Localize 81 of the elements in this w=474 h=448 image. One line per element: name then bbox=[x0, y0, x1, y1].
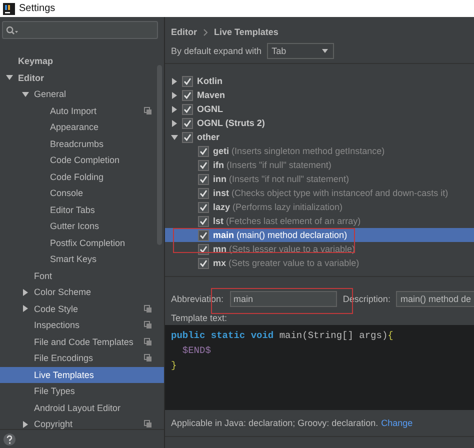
code-line: $END$ bbox=[181, 344, 212, 358]
sidebar-item[interactable]: Code Style bbox=[0, 300, 164, 317]
checkbox[interactable] bbox=[198, 230, 209, 240]
collapsed-arrow-icon[interactable] bbox=[22, 420, 29, 428]
expand-label: By default expand with bbox=[171, 46, 262, 56]
expanded-arrow-icon[interactable] bbox=[22, 90, 29, 98]
collapsed-arrow-icon[interactable] bbox=[171, 106, 178, 112]
checkbox[interactable] bbox=[182, 132, 193, 142]
sidebar-item[interactable]: General bbox=[0, 86, 164, 102]
help-icon[interactable] bbox=[3, 432, 16, 446]
template-item[interactable]: lazy (Performs lazy initialization) bbox=[165, 200, 474, 214]
window-title: Settings bbox=[19, 3, 56, 14]
sidebar-item[interactable]: Appearance bbox=[0, 119, 164, 136]
breadcrumb-item: Editor bbox=[171, 27, 197, 37]
sidebar-item[interactable]: Android Layout Editor bbox=[0, 400, 164, 416]
search-field[interactable] bbox=[2, 21, 158, 39]
sidebar-item[interactable]: Keymap bbox=[0, 53, 164, 70]
checkbox[interactable] bbox=[198, 146, 209, 156]
applicable-text: Applicable in Java: declaration; Groovy: declaration. bbox=[171, 418, 378, 428]
expanded-arrow-icon[interactable] bbox=[171, 134, 178, 140]
breadcrumb-item: Live Templates bbox=[214, 27, 278, 37]
sidebar-item[interactable]: Code Completion bbox=[0, 152, 164, 168]
collapsed-arrow-icon[interactable] bbox=[171, 92, 178, 98]
template-item[interactable]: mx (Sets greater value to a variable) bbox=[165, 256, 474, 270]
sidebar-item[interactable]: Color Scheme bbox=[0, 284, 164, 300]
template-item[interactable]: inn (Inserts "if not null" statement) bbox=[165, 172, 474, 186]
template-item[interactable]: inst (Checks object type with instanceof and down-casts it) bbox=[165, 186, 474, 200]
checkbox[interactable] bbox=[198, 216, 209, 226]
code-line: public static void main(String[] args){ bbox=[170, 329, 394, 343]
template-item[interactable]: OGNL (Struts 2) bbox=[165, 116, 474, 130]
app-icon bbox=[3, 2, 15, 14]
collapsed-arrow-icon[interactable] bbox=[171, 78, 178, 84]
collapsed-arrow-icon[interactable] bbox=[171, 120, 178, 126]
sidebar-item[interactable]: Copyright bbox=[0, 416, 164, 429]
sidebar-item[interactable]: Inspections bbox=[0, 317, 164, 334]
sidebar-item[interactable]: Console bbox=[0, 185, 164, 202]
chevron-icon bbox=[203, 28, 208, 36]
expanded-arrow-icon[interactable] bbox=[6, 74, 13, 82]
template-item[interactable]: ifn (Inserts "if null" statement) bbox=[165, 158, 474, 172]
template-item[interactable]: Maven bbox=[165, 88, 474, 102]
sidebar-item[interactable]: Auto Import bbox=[0, 102, 164, 119]
description-field[interactable]: main() method de bbox=[396, 291, 474, 307]
template-item[interactable]: lst (Fetches last element of an array) bbox=[165, 214, 474, 228]
search-icon bbox=[6, 26, 18, 34]
sidebar-item[interactable]: Editor bbox=[0, 70, 164, 86]
template-item[interactable]: main (main() method declaration) bbox=[165, 228, 474, 242]
sidebar-item[interactable]: Breadcrumbs bbox=[0, 136, 164, 152]
checkbox[interactable] bbox=[182, 118, 193, 128]
checkbox[interactable] bbox=[182, 104, 193, 114]
code-line: } bbox=[170, 359, 178, 373]
checkbox[interactable] bbox=[198, 188, 209, 198]
sidebar-item[interactable]: File and Code Templates bbox=[0, 334, 164, 350]
template-text-label: Template text: bbox=[170, 313, 228, 325]
checkbox[interactable] bbox=[198, 174, 209, 184]
checkbox[interactable] bbox=[182, 90, 193, 100]
collapsed-arrow-icon[interactable] bbox=[22, 288, 29, 296]
sidebar-item[interactable]: File Types bbox=[0, 383, 164, 400]
checkbox[interactable] bbox=[198, 244, 209, 254]
template-item[interactable]: other bbox=[165, 130, 474, 144]
checkbox[interactable] bbox=[182, 76, 193, 86]
sidebar-item[interactable]: Smart Keys bbox=[0, 251, 164, 268]
sidebar-item[interactable]: Font bbox=[0, 268, 164, 284]
sidebar-item[interactable]: Live Templates bbox=[0, 366, 164, 383]
template-item[interactable]: Kotlin bbox=[165, 74, 474, 88]
dropdown-arrow-icon bbox=[322, 49, 328, 53]
sidebar-item[interactable]: Postfix Completion bbox=[0, 234, 164, 251]
checkbox[interactable] bbox=[198, 160, 209, 170]
change-link[interactable]: Change bbox=[381, 418, 413, 428]
checkbox[interactable] bbox=[198, 258, 209, 268]
template-item[interactable]: geti (Inserts singleton method getInstance) bbox=[165, 144, 474, 158]
sidebar-item[interactable]: Code Folding bbox=[0, 168, 164, 185]
sidebar-item[interactable]: Editor Tabs bbox=[0, 202, 164, 218]
template-item[interactable]: OGNL bbox=[165, 102, 474, 116]
code-editor[interactable]: public static void main(String[] args){ $END$ } bbox=[165, 325, 474, 410]
abbreviation-field[interactable]: main bbox=[230, 291, 337, 307]
checkbox[interactable] bbox=[198, 202, 209, 212]
collapsed-arrow-icon[interactable] bbox=[22, 305, 29, 312]
template-item[interactable]: mn (Sets lesser value to a variable) bbox=[165, 242, 474, 256]
expand-dropdown[interactable]: Tab bbox=[266, 43, 334, 59]
sidebar-item[interactable]: Gutter Icons bbox=[0, 218, 164, 234]
sidebar-item[interactable]: File Encodings bbox=[0, 350, 164, 366]
